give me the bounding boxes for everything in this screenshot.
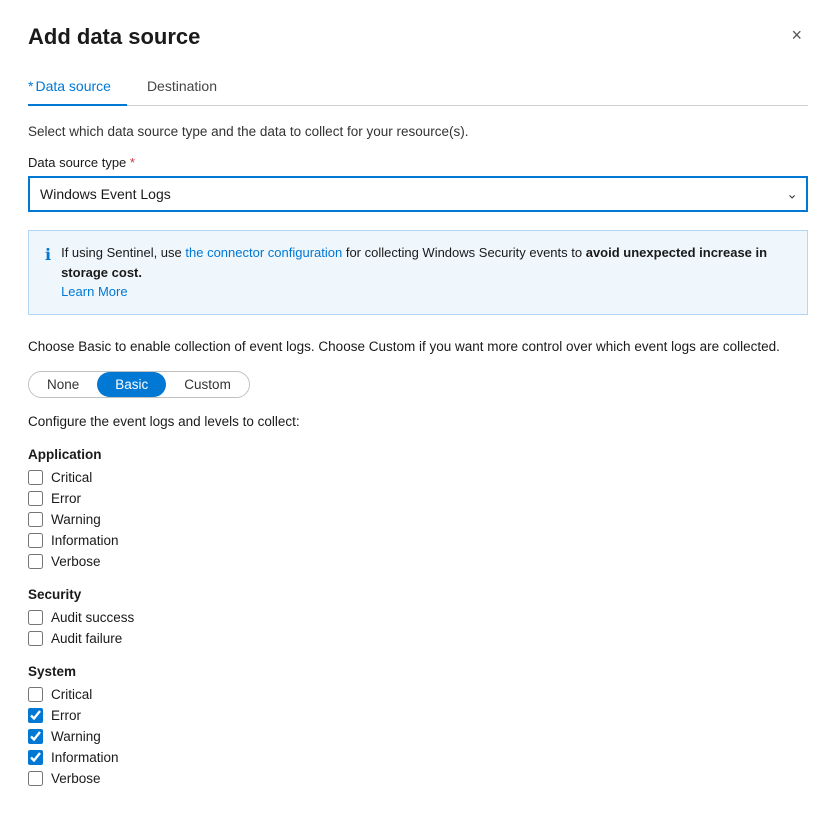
configure-label: Configure the event logs and levels to c… <box>28 414 808 429</box>
collection-mode-toggle: None Basic Custom <box>28 371 250 398</box>
sys-warning-label[interactable]: Warning <box>51 729 101 744</box>
checkbox-sec-audit-success: Audit success <box>28 610 808 625</box>
app-warning-checkbox[interactable] <box>28 512 43 527</box>
data-source-type-field: Windows Event Logs Performance Counters … <box>28 176 808 212</box>
checkbox-sys-verbose: Verbose <box>28 771 808 786</box>
checkbox-app-error: Error <box>28 491 808 506</box>
toggle-custom[interactable]: Custom <box>166 372 249 397</box>
tabs: *Data source Destination <box>28 70 808 106</box>
sys-verbose-checkbox[interactable] <box>28 771 43 786</box>
checkbox-sys-error: Error <box>28 708 808 723</box>
close-button[interactable]: × <box>785 24 808 46</box>
sec-audit-success-checkbox[interactable] <box>28 610 43 625</box>
sys-critical-label[interactable]: Critical <box>51 687 92 702</box>
tab-data-source[interactable]: *Data source <box>28 70 127 106</box>
connector-config-link[interactable]: the connector configuration <box>185 245 342 260</box>
dialog-header: Add data source × <box>28 24 808 50</box>
app-critical-checkbox[interactable] <box>28 470 43 485</box>
data-source-type-label: Data source type * <box>28 155 808 170</box>
checkbox-app-verbose: Verbose <box>28 554 808 569</box>
dialog-title: Add data source <box>28 24 200 50</box>
app-verbose-checkbox[interactable] <box>28 554 43 569</box>
checkbox-sys-critical: Critical <box>28 687 808 702</box>
checkbox-sys-information: Information <box>28 750 808 765</box>
app-critical-label[interactable]: Critical <box>51 470 92 485</box>
section-application: Application <box>28 447 808 462</box>
info-text: If using Sentinel, use the connector con… <box>61 243 791 302</box>
checkbox-app-critical: Critical <box>28 470 808 485</box>
required-asterisk: * <box>130 155 135 170</box>
sec-audit-failure-checkbox[interactable] <box>28 631 43 646</box>
data-source-type-select[interactable]: Windows Event Logs Performance Counters … <box>28 176 808 212</box>
learn-more-link[interactable]: Learn More <box>61 284 127 299</box>
app-information-checkbox[interactable] <box>28 533 43 548</box>
checkbox-app-warning: Warning <box>28 512 808 527</box>
sec-audit-success-label[interactable]: Audit success <box>51 610 134 625</box>
section-security: Security <box>28 587 808 602</box>
info-banner: ℹ If using Sentinel, use the connector c… <box>28 230 808 315</box>
sys-information-checkbox[interactable] <box>28 750 43 765</box>
app-information-label[interactable]: Information <box>51 533 119 548</box>
info-icon: ℹ <box>45 244 51 268</box>
sys-information-label[interactable]: Information <box>51 750 119 765</box>
sys-error-checkbox[interactable] <box>28 708 43 723</box>
tab-destination[interactable]: Destination <box>147 70 233 106</box>
checkbox-sys-warning: Warning <box>28 729 808 744</box>
sys-warning-checkbox[interactable] <box>28 729 43 744</box>
page-description: Select which data source type and the da… <box>28 124 808 139</box>
section-system: System <box>28 664 808 679</box>
sys-critical-checkbox[interactable] <box>28 687 43 702</box>
sec-audit-failure-label[interactable]: Audit failure <box>51 631 122 646</box>
toggle-basic[interactable]: Basic <box>97 372 166 397</box>
toggle-none[interactable]: None <box>29 372 97 397</box>
tab-required-asterisk: * <box>28 78 33 94</box>
app-warning-label[interactable]: Warning <box>51 512 101 527</box>
app-verbose-label[interactable]: Verbose <box>51 554 101 569</box>
checkbox-sec-audit-failure: Audit failure <box>28 631 808 646</box>
checkbox-app-information: Information <box>28 533 808 548</box>
collection-description: Choose Basic to enable collection of eve… <box>28 337 808 357</box>
app-error-checkbox[interactable] <box>28 491 43 506</box>
app-error-label[interactable]: Error <box>51 491 81 506</box>
sys-error-label[interactable]: Error <box>51 708 81 723</box>
add-data-source-dialog: Add data source × *Data source Destinati… <box>0 0 836 824</box>
sys-verbose-label[interactable]: Verbose <box>51 771 101 786</box>
